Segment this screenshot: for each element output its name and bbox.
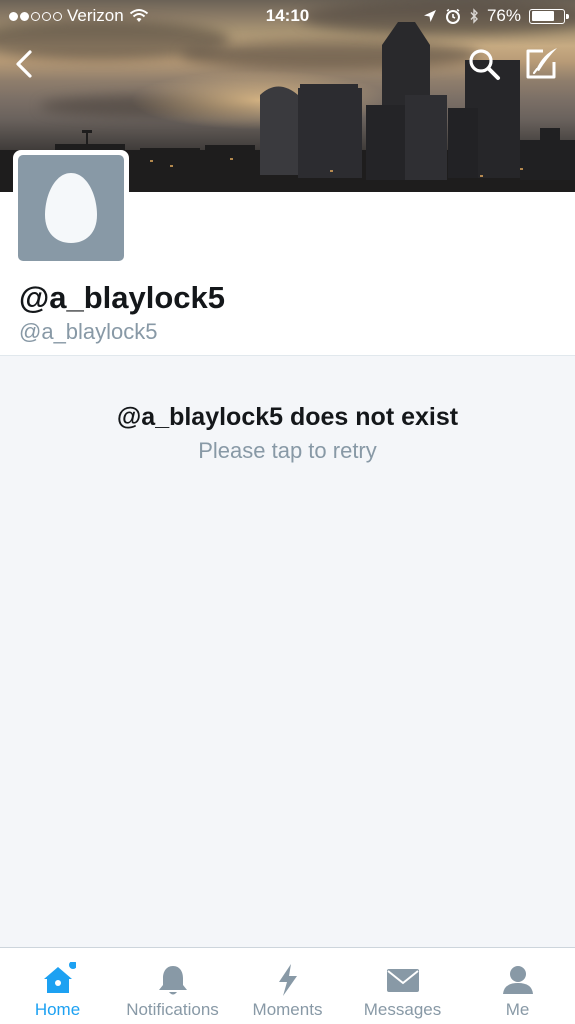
battery-percent: 76% [486,6,521,25]
status-bar: Verizon 14:10 76% [0,0,575,32]
person-icon [502,966,533,994]
tab-me[interactable]: Me [460,948,575,1024]
tab-moments[interactable]: Moments [230,948,345,1024]
tab-label: Moments [252,1000,323,1019]
lightning-icon [278,964,297,996]
error-message: @a_blaylock5 does not exist [116,403,459,431]
compose-icon [526,48,557,79]
tab-bar: Home Notifications Moments Messages Me [0,947,575,1024]
bell-icon [158,966,187,995]
tab-label: Messages [363,1000,442,1019]
tab-label: Notifications [126,1000,219,1019]
profile-screen-name: @a_blaylock5 [19,319,158,344]
tab-label: Home [34,1000,81,1019]
envelope-icon [386,969,419,992]
profile-display-name: @a_blaylock5 [19,280,226,315]
avatar[interactable] [13,150,129,266]
tab-home[interactable]: Home [0,948,115,1024]
home-icon [43,962,76,993]
profile-card: @a_blaylock5 @a_blaylock5 [0,150,575,356]
chevron-left-icon [16,50,32,78]
search-button[interactable] [464,44,504,84]
back-button[interactable] [6,44,46,84]
location-arrow-icon [423,10,436,22]
battery-icon [529,8,569,24]
tab-label: Me [505,1000,530,1019]
retry-prompt[interactable]: Please tap to retry [0,438,575,464]
alarm-clock-icon [445,8,460,24]
tab-messages[interactable]: Messages [345,948,460,1024]
compose-button[interactable] [521,44,561,84]
bluetooth-icon [470,8,478,24]
retry-area[interactable]: @a_blaylock5 does not exist Please tap t… [0,403,575,464]
tab-notifications[interactable]: Notifications [115,948,230,1024]
egg-icon [45,173,97,243]
search-icon [469,49,500,80]
